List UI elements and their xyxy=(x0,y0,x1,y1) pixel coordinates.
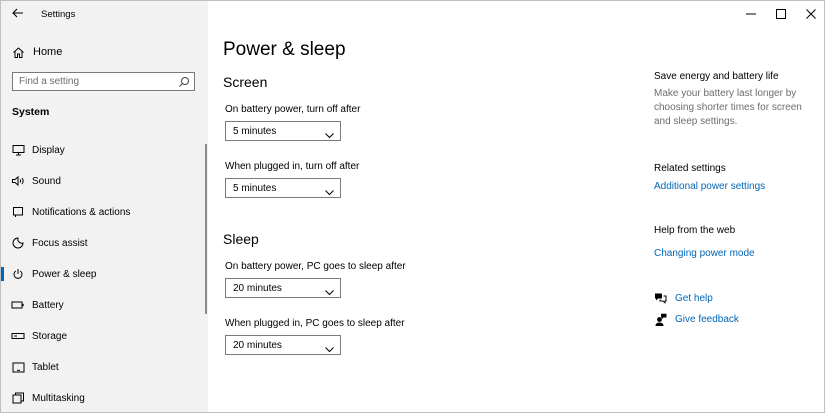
sidebar-scrollbar[interactable] xyxy=(205,144,207,314)
screen-battery-label: On battery power, turn off after xyxy=(225,104,361,115)
additional-power-settings-link[interactable]: Additional power settings xyxy=(654,181,765,192)
sidebar-item-storage[interactable]: Storage xyxy=(1,325,208,347)
sleep-plugged-value: 20 minutes xyxy=(233,340,282,351)
speaker-icon xyxy=(11,174,25,188)
storage-icon xyxy=(11,329,25,343)
power-icon xyxy=(11,267,25,281)
home-label: Home xyxy=(33,46,63,58)
main-content: Power & sleep Screen On battery power, t… xyxy=(208,1,824,412)
sleep-plugged-label: When plugged in, PC goes to sleep after xyxy=(225,318,405,329)
feedback-person-icon xyxy=(654,313,667,326)
search-input[interactable] xyxy=(13,73,179,90)
close-icon[interactable] xyxy=(803,7,819,21)
tablet-icon xyxy=(11,360,25,374)
sidebar-item-sound[interactable]: Sound xyxy=(1,170,208,192)
give-feedback-link[interactable]: Give feedback xyxy=(654,312,739,326)
screen-plugged-label: When plugged in, turn off after xyxy=(225,161,360,172)
battery-icon xyxy=(11,298,25,312)
sleep-battery-dropdown[interactable]: 20 minutes xyxy=(225,278,341,298)
sidebar-item-multitasking[interactable]: Multitasking xyxy=(1,387,208,409)
notification-icon xyxy=(11,205,25,219)
sidebar-item-focus-assist[interactable]: Focus assist xyxy=(1,232,208,254)
sleep-plugged-dropdown[interactable]: 20 minutes xyxy=(225,335,341,355)
title-bar: Settings xyxy=(1,1,208,31)
chat-help-icon xyxy=(654,292,667,305)
app-title: Settings xyxy=(41,9,76,20)
back-arrow-icon[interactable] xyxy=(10,6,26,22)
sidebar-item-power-sleep[interactable]: Power & sleep xyxy=(1,263,208,285)
sidebar-item-tablet[interactable]: Tablet xyxy=(1,356,208,378)
moon-icon xyxy=(11,236,25,250)
sidebar-item-notifications[interactable]: Notifications & actions xyxy=(1,201,208,223)
screen-plugged-value: 5 minutes xyxy=(233,183,277,194)
sleep-battery-label: On battery power, PC goes to sleep after xyxy=(225,261,406,272)
minimize-icon[interactable] xyxy=(743,7,759,21)
sidebar-item-label: Notifications & actions xyxy=(32,206,131,218)
help-heading: Help from the web xyxy=(654,225,736,236)
sleep-battery-value: 20 minutes xyxy=(233,283,282,294)
section-label-system: System xyxy=(12,106,50,118)
changing-power-mode-link[interactable]: Changing power mode xyxy=(654,248,755,259)
sidebar-item-label: Display xyxy=(32,144,65,156)
sidebar-item-label: Tablet xyxy=(32,361,59,373)
display-icon xyxy=(11,143,25,157)
chevron-down-icon xyxy=(325,184,334,196)
sidebar: Settings Home System Display Sound xyxy=(1,1,208,412)
tip-text: Make your battery last longer by choosin… xyxy=(654,88,802,127)
screen-heading: Screen xyxy=(223,74,268,90)
tip-heading: Save energy and battery life xyxy=(654,71,779,82)
chevron-down-icon xyxy=(325,284,334,296)
page-title: Power & sleep xyxy=(223,39,346,60)
sidebar-item-label: Multitasking xyxy=(32,392,85,404)
screen-plugged-dropdown[interactable]: 5 minutes xyxy=(225,178,341,198)
sidebar-item-label: Battery xyxy=(32,299,64,311)
screen-battery-value: 5 minutes xyxy=(233,126,277,137)
sidebar-item-label: Power & sleep xyxy=(32,268,97,280)
get-help-link[interactable]: Get help xyxy=(654,291,713,305)
maximize-icon[interactable] xyxy=(773,7,789,21)
home-link[interactable]: Home xyxy=(11,43,62,61)
chevron-down-icon xyxy=(325,341,334,353)
sidebar-item-label: Focus assist xyxy=(32,237,88,249)
give-feedback-label: Give feedback xyxy=(675,313,739,325)
get-help-label: Get help xyxy=(675,292,713,304)
chevron-down-icon xyxy=(325,127,334,139)
search-box[interactable] xyxy=(12,72,195,91)
related-settings-heading: Related settings xyxy=(654,163,726,174)
multitasking-icon xyxy=(11,391,25,405)
sleep-heading: Sleep xyxy=(223,231,259,247)
settings-window: Settings Home System Display Sound xyxy=(0,0,825,413)
sidebar-item-battery[interactable]: Battery xyxy=(1,294,208,316)
screen-battery-dropdown[interactable]: 5 minutes xyxy=(225,121,341,141)
search-icon[interactable] xyxy=(178,75,190,87)
sidebar-item-label: Storage xyxy=(32,330,68,342)
home-icon xyxy=(11,45,25,59)
sidebar-item-display[interactable]: Display xyxy=(1,139,208,161)
sidebar-item-label: Sound xyxy=(32,175,61,187)
